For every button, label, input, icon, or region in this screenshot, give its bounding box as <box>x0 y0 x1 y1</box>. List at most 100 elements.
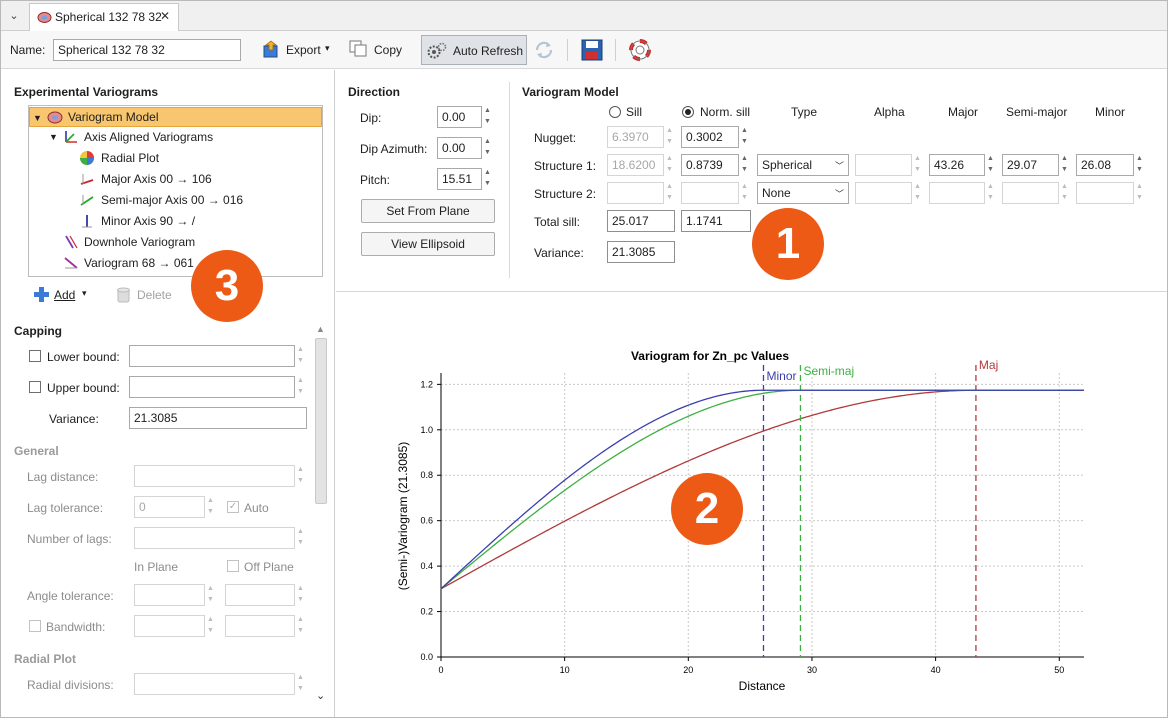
refresh-icon[interactable] <box>533 40 555 60</box>
structure-1-norm-input[interactable]: 0.8739 <box>681 154 739 176</box>
radial-plot-icon <box>80 151 94 165</box>
structure-2-minor-spinner[interactable]: ▲ ▼ <box>1134 182 1145 204</box>
app-window: ⌄ Spherical 132 78 32 ✕ Name: Spherical … <box>0 0 1168 718</box>
structure-1-norm-spinner[interactable]: ▲ ▼ <box>739 154 750 176</box>
structure-1-semi-major-input[interactable]: 29.07 <box>1002 154 1059 176</box>
structure-1-sill-spinner[interactable]: ▲ ▼ <box>664 154 675 176</box>
dip-azimuth-input[interactable]: 0.00 <box>437 137 482 159</box>
off-plane-label: Off Plane <box>244 560 294 574</box>
lag-tolerance-spinner[interactable]: ▲ ▼ <box>205 496 216 518</box>
bandwidth-off-plane-spinner[interactable]: ▲ ▼ <box>295 615 306 637</box>
scroll-up-icon[interactable]: ▲ <box>316 324 325 334</box>
nugget-sill-spinner[interactable]: ▲ ▼ <box>664 126 675 148</box>
bandwidth-checkbox[interactable] <box>29 620 41 632</box>
structure-1-minor-input[interactable]: 26.08 <box>1076 154 1134 176</box>
tree-item-variogram-model[interactable]: ▼ Variogram Model <box>29 107 322 127</box>
off-plane-checkbox[interactable] <box>227 560 239 572</box>
structure-1-type-select[interactable]: Spherical ﹀ <box>757 154 849 176</box>
angle-tolerance-in-plane-input[interactable] <box>134 584 205 606</box>
structure-2-semi-major-input[interactable] <box>1002 182 1059 204</box>
structure-1-alpha-input[interactable] <box>855 154 912 176</box>
range-label-minor: Minor <box>766 369 796 383</box>
bandwidth-in-plane-input[interactable] <box>134 615 205 637</box>
angle-tolerance-off-plane-spinner[interactable]: ▲ ▼ <box>295 584 306 606</box>
lag-distance-input[interactable] <box>134 465 295 487</box>
radial-divisions-spinner[interactable]: ▲ ▼ <box>295 673 306 695</box>
structure-1-type-value: Spherical <box>762 158 813 172</box>
structure-2-major-input[interactable] <box>929 182 985 204</box>
angle-tolerance-off-plane-input[interactable] <box>225 584 295 606</box>
tree-label: Radial Plot <box>101 151 160 165</box>
structure-1-sill-input[interactable]: 18.6200 <box>607 154 664 176</box>
name-input[interactable]: Spherical 132 78 32 <box>53 39 241 61</box>
pitch-input[interactable]: 15.51 <box>437 168 482 190</box>
nugget-norm-spinner[interactable]: ▲ ▼ <box>739 126 750 148</box>
structure-1-alpha-spinner[interactable]: ▲ ▼ <box>912 154 923 176</box>
upper-bound-spinner[interactable]: ▲ ▼ <box>295 376 306 398</box>
range-label-semi-maj: Semi-maj <box>803 364 854 378</box>
scrollbar-thumb[interactable] <box>315 338 327 504</box>
export-button[interactable]: Export ▾ <box>259 37 335 63</box>
help-lifebuoy-icon[interactable] <box>629 39 651 61</box>
nugget-sill-input[interactable]: 6.3970 <box>607 126 664 148</box>
set-from-plane-button[interactable]: Set From Plane <box>361 199 495 223</box>
bandwidth-off-plane-input[interactable] <box>225 615 295 637</box>
pitch-spinner[interactable]: ▲ ▼ <box>482 168 493 190</box>
dip-azimuth-spinner[interactable]: ▲ ▼ <box>482 137 493 159</box>
structure-2-alpha-input[interactable] <box>855 182 912 204</box>
upper-bound-input[interactable] <box>129 376 295 398</box>
lower-bound-input[interactable] <box>129 345 295 367</box>
structure-2-semi-major-spinner[interactable]: ▲ ▼ <box>1059 182 1070 204</box>
tab-close-icon[interactable]: ✕ <box>160 9 170 23</box>
structure-2-alpha-spinner[interactable]: ▲ ▼ <box>912 182 923 204</box>
structure-2-norm-input[interactable] <box>681 182 739 204</box>
radial-divisions-input[interactable] <box>134 673 295 695</box>
sill-radio-label: Sill <box>626 105 643 119</box>
upper-bound-checkbox[interactable] <box>29 381 41 393</box>
structure-2-sill-spinner[interactable]: ▲ ▼ <box>664 182 675 204</box>
tree-label: Minor Axis 90 → / <box>101 214 196 228</box>
number-of-lags-label: Number of lags: <box>27 532 112 546</box>
sill-radio[interactable] <box>609 106 621 118</box>
structure-2-minor-input[interactable] <box>1076 182 1134 204</box>
semi-major-axis-icon <box>80 195 94 206</box>
add-button[interactable]: Add ▾ <box>31 285 93 305</box>
tab-variogram[interactable]: Spherical 132 78 32 ✕ <box>29 3 179 31</box>
callout-badge-2: 2 <box>671 473 743 545</box>
lower-bound-checkbox[interactable] <box>29 350 41 362</box>
number-of-lags-input[interactable] <box>134 527 295 549</box>
structure-1-minor-spinner[interactable]: ▲ ▼ <box>1134 154 1145 176</box>
norm-sill-radio[interactable] <box>682 106 694 118</box>
structure-1-semi-major-spinner[interactable]: ▲ ▼ <box>1059 154 1070 176</box>
structure-1-major-spinner[interactable]: ▲ ▼ <box>985 154 996 176</box>
number-of-lags-spinner[interactable]: ▲ ▼ <box>295 527 306 549</box>
auto-checkbox[interactable]: ✓ <box>227 501 239 513</box>
radial-divisions-label: Radial divisions: <box>27 678 114 692</box>
angle-tolerance-in-plane-spinner[interactable]: ▲ ▼ <box>205 584 216 606</box>
bandwidth-label: Bandwidth: <box>46 620 106 634</box>
view-ellipsoid-button[interactable]: View Ellipsoid <box>361 232 495 256</box>
dip-input[interactable]: 0.00 <box>437 106 482 128</box>
structure-2-sill-input[interactable] <box>607 182 664 204</box>
expand-icon[interactable]: ▼ <box>49 127 58 147</box>
nugget-norm-input[interactable]: 0.3002 <box>681 126 739 148</box>
dip-spinner[interactable]: ▲ ▼ <box>482 106 493 128</box>
lag-tolerance-input[interactable]: 0 <box>134 496 205 518</box>
copy-button[interactable]: Copy <box>347 37 407 63</box>
expand-icon[interactable]: ▼ <box>33 108 42 128</box>
bandwidth-in-plane-spinner[interactable]: ▲ ▼ <box>205 615 216 637</box>
structure-2-type-select[interactable]: None ﹀ <box>757 182 849 204</box>
left-scrollbar[interactable]: ▲ ⌄ <box>314 324 329 704</box>
tab-list-dropdown-icon[interactable]: ⌄ <box>5 7 23 25</box>
structure-1-major-input[interactable]: 43.26 <box>929 154 985 176</box>
lag-distance-spinner[interactable]: ▲ ▼ <box>295 465 306 487</box>
delete-button[interactable]: Delete <box>115 285 177 305</box>
capping-variance-input[interactable]: 21.3085 <box>129 407 307 429</box>
structure-2-major-spinner[interactable]: ▲ ▼ <box>985 182 996 204</box>
lower-bound-spinner[interactable]: ▲ ▼ <box>295 345 306 367</box>
save-icon[interactable] <box>581 39 603 61</box>
variogram-tree[interactable]: ▼ Variogram Model ▼ Axis Aligned Variogr… <box>28 105 323 277</box>
structure-2-norm-spinner[interactable]: ▲ ▼ <box>739 182 750 204</box>
scroll-down-icon[interactable]: ⌄ <box>316 689 325 702</box>
auto-refresh-button[interactable]: Auto Refresh <box>421 35 527 65</box>
